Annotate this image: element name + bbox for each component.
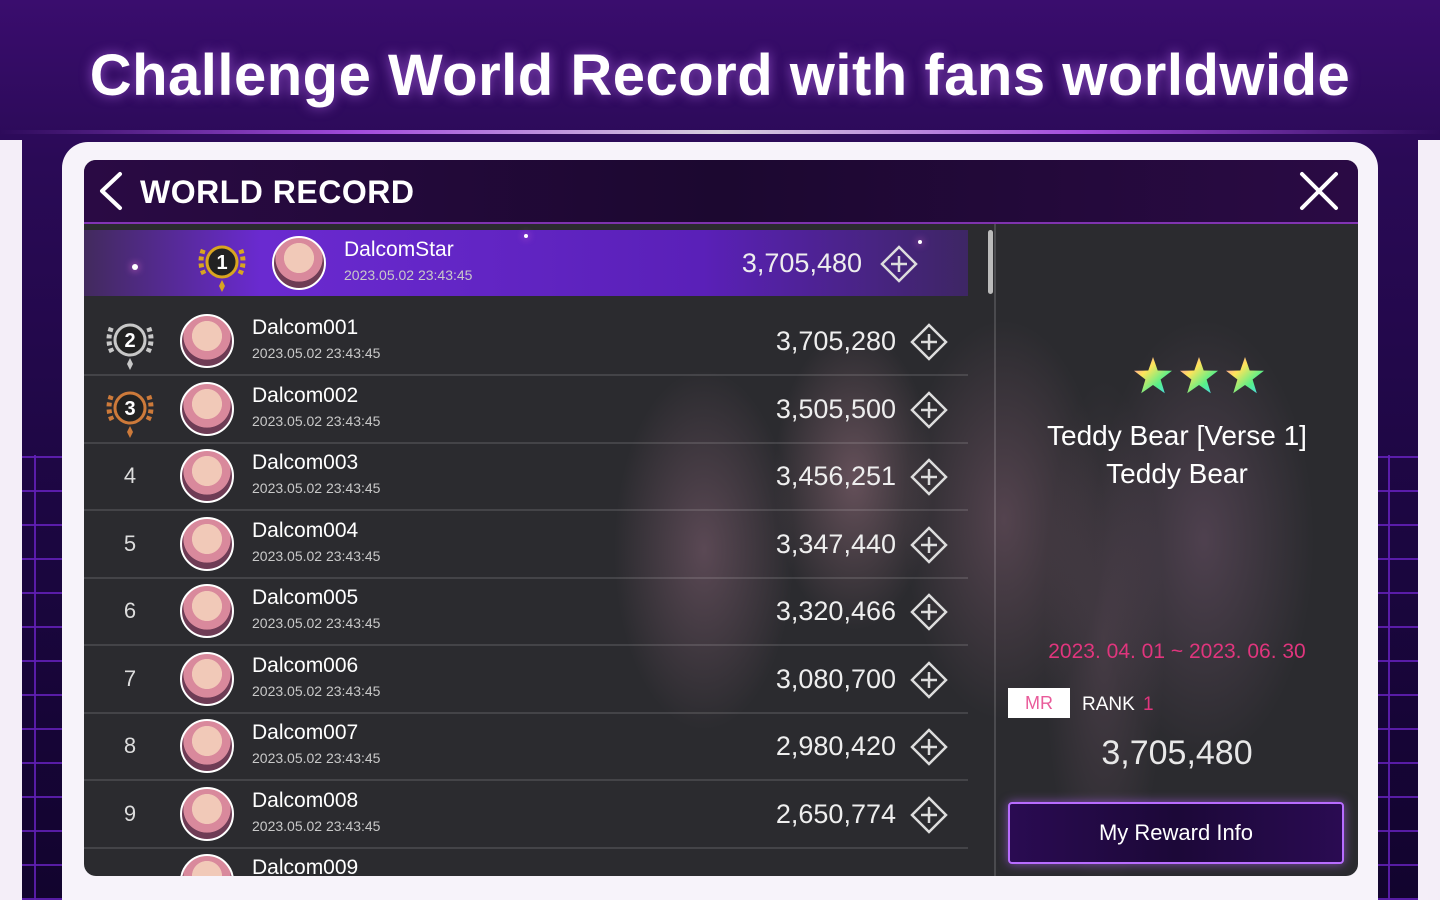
user-name: Dalcom004: [252, 518, 359, 542]
laurel-medal-icon: 1: [198, 245, 246, 292]
side-panel-right: [1418, 140, 1440, 900]
record-date: 2023.05.02 23:43:45: [252, 547, 381, 564]
record-date: 2023.05.02 23:43:45: [344, 267, 473, 283]
record-score: 2,650,774: [775, 798, 896, 829]
user-name: Dalcom005: [252, 586, 359, 609]
user-name: Dalcom008: [252, 788, 359, 812]
rank-number: 7: [123, 665, 137, 691]
record-row[interactable]: 5 Dalcom004 2023.05.02 23:43:45 3,347,440: [84, 511, 968, 579]
my-score: 3,705,480: [1101, 734, 1253, 772]
plus-diamond-icon[interactable]: [910, 458, 948, 496]
sparkle: [918, 240, 922, 244]
plus-diamond-icon[interactable]: [880, 245, 918, 283]
user-name: Dalcom007: [252, 721, 359, 744]
record-score: 3,320,466: [775, 596, 896, 626]
my-reward-info-button[interactable]: My Reward Info: [1008, 802, 1344, 864]
close-button[interactable]: [1298, 170, 1340, 212]
user-name: Dalcom009: [252, 856, 359, 876]
user-name: Dalcom006: [252, 653, 359, 677]
record-row[interactable]: 6 Dalcom005 2023.05.02 23:43:45 3,320,466: [84, 578, 968, 646]
avatar: [272, 236, 326, 290]
record-score: 2,980,420: [775, 731, 896, 761]
plus-diamond-icon[interactable]: [910, 728, 948, 766]
avatar: [180, 719, 234, 773]
user-name: DalcomStar: [344, 238, 454, 261]
top-bar: WORLD RECORD: [84, 160, 1358, 224]
avatar: [180, 854, 234, 876]
avatar: [180, 651, 234, 706]
star-icon: [1226, 357, 1264, 394]
medal-rank-number: 3: [124, 398, 135, 420]
avatar: [180, 786, 234, 841]
record-date: 2023.05.02 23:43:45: [252, 412, 381, 429]
rank-number: 5: [123, 530, 137, 556]
rank-value: 1: [1143, 694, 1154, 715]
avatar: [180, 516, 234, 571]
plus-diamond-icon[interactable]: [910, 525, 948, 564]
record-score: 3,705,480: [741, 248, 862, 278]
mode-badge: MR: [1008, 688, 1070, 718]
record-score: 3,456,251: [775, 461, 896, 491]
song-title: Teddy Bear [Verse 1]: [1047, 420, 1307, 451]
app-screen: WORLD RECORD 1 DalcomStar 2023.05.02 23:43…: [84, 160, 1358, 876]
medal-rank-number: 1: [216, 252, 227, 274]
user-name: Dalcom001: [252, 316, 359, 339]
rank-number: 6: [123, 598, 137, 623]
plus-diamond-icon[interactable]: [910, 593, 948, 631]
rank-label: RANK: [1082, 694, 1135, 715]
user-name: Dalcom002: [252, 383, 359, 407]
star-icon: [1134, 357, 1172, 394]
event-period: 2023. 04. 01 ~ 2023. 06. 30: [1048, 640, 1306, 663]
record-date: 2023.05.02 23:43:45: [252, 817, 381, 834]
headline: Challenge World Record with fans worldwi…: [89, 43, 1351, 108]
rank-number: 9: [123, 800, 137, 826]
laurel-medal-icon: 2: [106, 323, 154, 370]
medal-rank-number: 2: [124, 330, 135, 352]
record-date: 2023.05.02 23:43:45: [252, 682, 381, 699]
record-date: 2023.05.02 23:43:45: [252, 750, 381, 766]
avatar: [180, 449, 234, 503]
plus-diamond-icon[interactable]: [910, 660, 948, 699]
record-row[interactable]: 9 Dalcom008 2023.05.02 23:43:45 2,650,774: [84, 781, 968, 849]
avatar: [180, 314, 234, 368]
chevron-left-icon: [100, 172, 122, 210]
plus-diamond-icon[interactable]: [910, 390, 948, 429]
sparkle: [524, 234, 528, 238]
back-button[interactable]: [94, 170, 130, 212]
record-score: 3,347,440: [775, 528, 896, 559]
record-date: 2023.05.02 23:43:45: [252, 615, 381, 631]
record-list[interactable]: 1 DalcomStar 2023.05.02 23:43:45 3,705,480 2…: [84, 224, 990, 876]
record-date: 2023.05.02 23:43:45: [252, 345, 381, 361]
record-row[interactable]: 3 Dalcom002 2023.05.02 23:43:45 3,505,500: [84, 376, 968, 444]
glow-line: [0, 130, 1440, 134]
avatar: [180, 584, 234, 638]
rank-number: 4: [123, 463, 137, 488]
page-title: WORLD RECORD: [140, 174, 415, 210]
song-info-panel: Teddy Bear [Verse 1] Teddy Bear 2023. 04…: [996, 224, 1358, 876]
record-score: 3,705,280: [775, 326, 896, 356]
record-row[interactable]: Dalcom009: [84, 848, 968, 876]
record-row[interactable]: 8 Dalcom007 2023.05.02 23:43:45 2,980,420: [84, 713, 968, 781]
side-panel-left: [0, 140, 22, 900]
close-icon: [1300, 172, 1338, 210]
record-row[interactable]: 7 Dalcom006 2023.05.02 23:43:45 3,080,700: [84, 646, 968, 714]
record-score: 3,505,500: [775, 393, 896, 424]
star-rating: [1134, 357, 1264, 394]
star-icon: [1180, 357, 1218, 394]
record-score: 3,080,700: [775, 663, 896, 694]
record-row[interactable]: 4 Dalcom003 2023.05.02 23:43:45 3,456,251: [84, 443, 968, 511]
avatar: [180, 381, 234, 436]
record-row[interactable]: 1 DalcomStar 2023.05.02 23:43:45 3,705,480: [84, 230, 968, 296]
plus-diamond-icon[interactable]: [910, 795, 948, 834]
user-name: Dalcom003: [252, 451, 359, 474]
record-date: 2023.05.02 23:43:45: [252, 480, 381, 496]
rank-number: 8: [123, 733, 137, 758]
song-artist: Teddy Bear: [1106, 458, 1248, 489]
laurel-medal-icon: 3: [106, 391, 154, 438]
record-row[interactable]: 2 Dalcom001 2023.05.02 23:43:45 3,705,280: [84, 308, 968, 376]
plus-diamond-icon[interactable]: [910, 323, 948, 361]
list-scrollbar[interactable]: [988, 230, 993, 294]
sparkle: [132, 264, 138, 270]
